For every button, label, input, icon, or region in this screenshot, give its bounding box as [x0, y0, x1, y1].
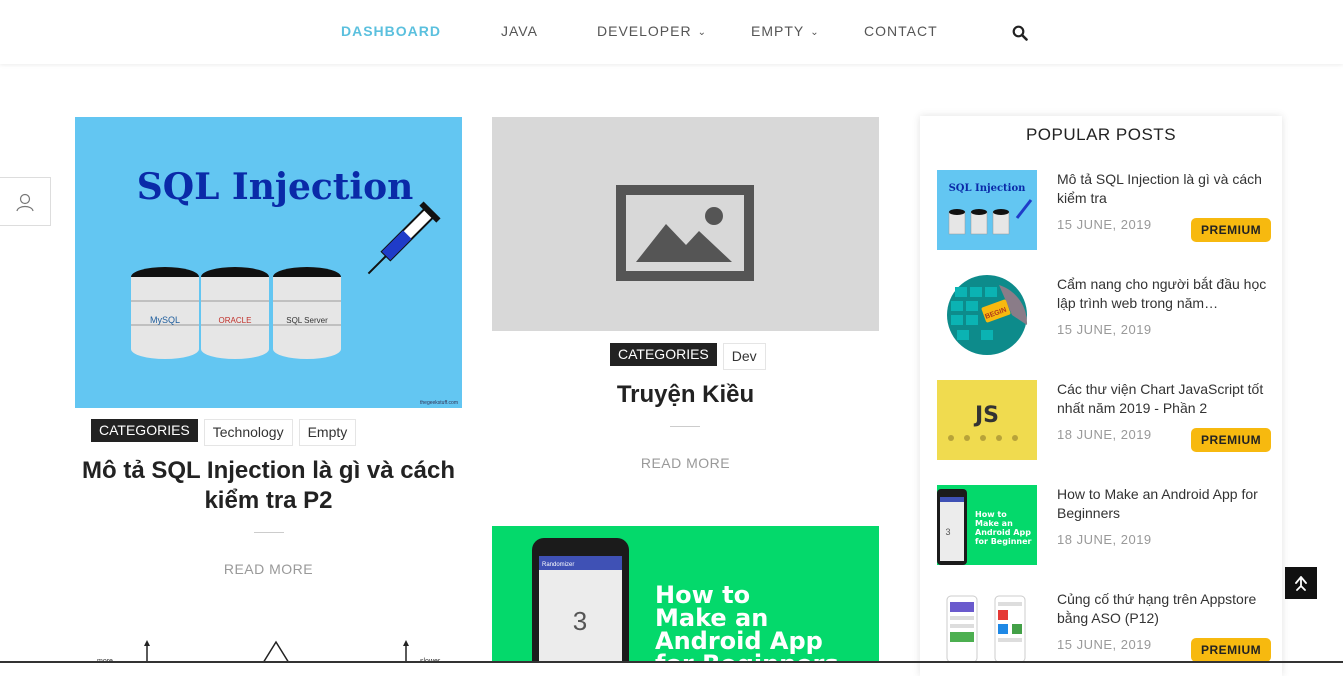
- user-icon: [16, 193, 34, 211]
- nav-item-developer[interactable]: DEVELOPER ⌄: [597, 23, 707, 39]
- top-navbar: DASHBOARD JAVA DEVELOPER ⌄ EMPTY ⌄ CONTACT: [0, 0, 1343, 64]
- popular-post-date: 15 JUNE, 2019: [1057, 322, 1152, 337]
- database-oracle-icon: ORACLE: [201, 267, 269, 359]
- svg-text:Make an: Make an: [975, 519, 1013, 528]
- popular-post-item: Củng cố thứ hạng trên Appstore bằng ASO …: [937, 590, 1272, 670]
- tag-technology[interactable]: Technology: [203, 419, 293, 446]
- categories-label: CATEGORIES: [91, 419, 198, 442]
- post-thumbnail-sql-injection[interactable]: SQL Injection MySQL ORACLE SQL Server th…: [75, 117, 462, 408]
- popular-post-title[interactable]: Mô tả SQL Injection là gì và cách kiểm t…: [1057, 170, 1272, 208]
- svg-text:Randomizer: Randomizer: [542, 562, 574, 568]
- svg-text:3: 3: [945, 527, 950, 537]
- categories-label: CATEGORIES: [610, 343, 717, 366]
- sidebar-title: POPULAR POSTS: [1025, 125, 1177, 144]
- user-login-tab[interactable]: [0, 177, 51, 226]
- tag-dev[interactable]: Dev: [722, 343, 766, 370]
- popular-post-item: 3 How to Make an Android App for Beginne…: [937, 485, 1269, 565]
- popular-post-title[interactable]: How to Make an Android App for Beginners: [1057, 485, 1272, 523]
- nav-item-contact[interactable]: CONTACT: [864, 23, 938, 39]
- popular-post-title[interactable]: Cẩm nang cho người bắt đầu học lập trình…: [1057, 275, 1272, 313]
- post-1-title-line2: kiểm tra P2: [204, 487, 333, 514]
- popular-post-title[interactable]: Các thư viện Chart JavaScript tốt nhất n…: [1057, 380, 1272, 418]
- svg-text:How to: How to: [975, 510, 1007, 519]
- post-1-categories: CATEGORIES Technology Empty: [91, 419, 357, 446]
- popular-post-thumbnail[interactable]: JS: [937, 380, 1037, 460]
- nav-item-java[interactable]: JAVA: [501, 23, 538, 39]
- popular-post-date: 18 JUNE, 2019: [1057, 532, 1152, 547]
- post-thumbnail-android-app[interactable]: Randomizer 3 How to Make an Android App …: [492, 526, 879, 663]
- post-1-graph-preview: more slower: [97, 640, 441, 663]
- svg-text:SQL Server: SQL Server: [286, 316, 328, 325]
- popular-post-date: 15 JUNE, 2019: [1057, 637, 1152, 652]
- post-1-title[interactable]: Mô tả SQL Injection là gì và cách kiểm t…: [75, 456, 462, 516]
- post-2-title[interactable]: Truyện Kiều: [492, 380, 879, 410]
- database-mysql-icon: MySQL: [131, 267, 199, 359]
- chevron-down-icon: ⌄: [810, 26, 820, 38]
- popular-post-thumbnail[interactable]: BEGIN: [937, 275, 1037, 355]
- divider: [254, 532, 284, 533]
- database-sqlserver-icon: SQL Server: [273, 267, 341, 359]
- popular-post-thumbnail[interactable]: SQL Injection: [937, 170, 1037, 250]
- arrow-up-icon: [1295, 576, 1307, 591]
- nav-item-empty[interactable]: EMPTY ⌄: [751, 23, 820, 39]
- popular-posts-sidebar: POPULAR POSTS SQL Injection Mô tả SQL In…: [920, 116, 1282, 676]
- popular-post-date: 18 JUNE, 2019: [1057, 427, 1152, 442]
- post-thumbnail-placeholder[interactable]: [492, 117, 879, 331]
- post-1-read-more[interactable]: READ MORE: [75, 561, 462, 577]
- svg-text:SQL Injection: SQL Injection: [949, 183, 1027, 194]
- divider: [670, 426, 700, 427]
- image-placeholder-icon: [616, 185, 754, 281]
- post-2-categories: CATEGORIES Dev: [610, 343, 766, 370]
- popular-post-thumbnail[interactable]: [937, 590, 1037, 670]
- nav-item-dashboard[interactable]: DASHBOARD: [341, 23, 441, 39]
- premium-badge: PREMIUM: [1191, 638, 1272, 662]
- svg-text:3: 3: [573, 606, 587, 636]
- svg-text:MySQL: MySQL: [150, 315, 180, 325]
- tag-empty[interactable]: Empty: [298, 419, 357, 446]
- premium-badge: PREMIUM: [1191, 218, 1272, 242]
- post-1-title-line1: Mô tả SQL Injection là gì và cách: [82, 457, 455, 484]
- popular-post-item: BEGIN Cẩm nang cho người bắt đầu học lập…: [937, 275, 1269, 355]
- popular-post-thumbnail[interactable]: 3 How to Make an Android App for Beginne…: [937, 485, 1037, 565]
- sql-injection-illustration: SQL Injection MySQL ORACLE SQL Server th…: [131, 166, 458, 406]
- nav-item-developer-label: DEVELOPER: [597, 23, 692, 39]
- post-2-read-more[interactable]: READ MORE: [492, 455, 879, 471]
- android-app-illustration: Randomizer 3 How to Make an Android App …: [532, 538, 839, 663]
- sql-image-heading: SQL Injection: [137, 166, 414, 208]
- chevron-down-icon: ⌄: [697, 26, 707, 38]
- svg-text:for Beginner: for Beginner: [975, 537, 1032, 546]
- popular-post-title[interactable]: Củng cố thứ hạng trên Appstore bằng ASO …: [1057, 590, 1272, 628]
- back-to-top-button[interactable]: [1285, 567, 1317, 599]
- svg-text:thegeekstuff.com: thegeekstuff.com: [420, 400, 458, 406]
- svg-text:ORACLE: ORACLE: [219, 316, 252, 325]
- nav-item-empty-label: EMPTY: [751, 23, 805, 39]
- popular-post-date: 15 JUNE, 2019: [1057, 217, 1152, 232]
- premium-badge: PREMIUM: [1191, 428, 1272, 452]
- popular-post-item: JS Các thư viện Chart JavaScript tốt nhấ…: [937, 380, 1272, 460]
- search-icon[interactable]: [1012, 25, 1028, 41]
- popular-post-item: SQL Injection Mô tả SQL Injection là gì …: [937, 170, 1272, 250]
- svg-text:JS: JS: [973, 403, 999, 428]
- svg-text:Android App: Android App: [975, 528, 1031, 537]
